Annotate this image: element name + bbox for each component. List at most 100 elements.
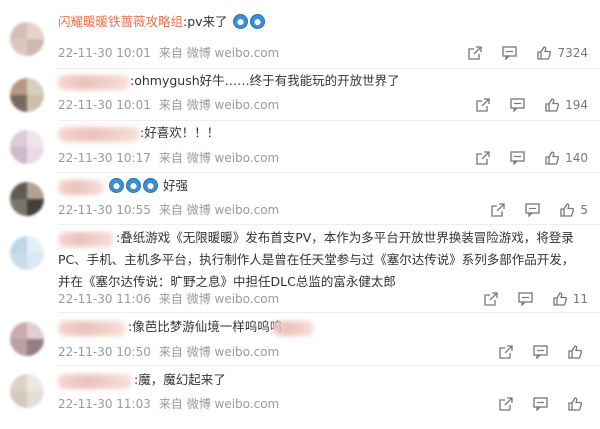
- like-button[interactable]: 5: [560, 203, 588, 217]
- comment-actions: [479, 343, 588, 361]
- reply-button[interactable]: [533, 345, 548, 359]
- avatar[interactable]: [10, 130, 44, 164]
- divider: [58, 312, 600, 313]
- doraemon-emoji-icon: [143, 178, 158, 193]
- share-icon: [499, 397, 513, 411]
- comment-actions: 11: [464, 290, 588, 308]
- blurred-username: [58, 180, 104, 195]
- comment-text: :魔，魔幻起来了: [134, 369, 580, 391]
- comment-date: 22-11-30 10:17: [58, 151, 151, 165]
- comment-body: :叠纸游戏《无限暖暖》发布首支PV，本作为多平台开放世界换装冒险游戏，将登录PC…: [58, 230, 575, 289]
- avatar[interactable]: [10, 236, 44, 270]
- comment-date: 22-11-30 10:01: [58, 98, 151, 112]
- comment-source: 来自 微博 weibo.com: [158, 46, 280, 60]
- reply-button[interactable]: [510, 151, 525, 165]
- thumbs-up-icon: [545, 98, 560, 112]
- like-button[interactable]: 140: [545, 151, 588, 165]
- comment-text: :ohmygush好牛……终于有我能玩的开放世界了: [130, 70, 580, 92]
- share-button[interactable]: [476, 151, 490, 165]
- avatar[interactable]: [10, 322, 44, 356]
- thumbs-up-icon: [560, 203, 575, 217]
- comment-body: 好强: [162, 178, 188, 193]
- comment-icon: [518, 292, 533, 306]
- like-count: 11: [572, 292, 588, 306]
- comment-icon: [510, 151, 525, 165]
- like-button[interactable]: 11: [553, 292, 588, 306]
- avatar[interactable]: [10, 182, 44, 216]
- share-button[interactable]: [491, 203, 506, 217]
- comment-body: :魔，魔幻起来了: [134, 372, 226, 387]
- thumbs-up-icon: [537, 46, 552, 60]
- comment-meta: 22-11-30 11:06 来自 微博 weibo.com: [58, 290, 279, 307]
- comment-body: :像芭比梦游仙境一样呜呜呜: [128, 319, 283, 334]
- comment-actions: 140: [456, 149, 588, 167]
- comment-date: 22-11-30 10:50: [58, 345, 151, 359]
- blurred-username: [58, 75, 130, 90]
- comment-meta: 22-11-30 10:01 来自 微博 weibo.com: [58, 96, 279, 113]
- comment-body: :ohmygush好牛……终于有我能玩的开放世界了: [130, 73, 400, 88]
- divider: [58, 224, 600, 225]
- doraemon-emoji-icon: [232, 14, 248, 29]
- like-count: 140: [565, 151, 588, 165]
- like-count: 5: [580, 203, 588, 217]
- comment-icon: [533, 397, 548, 411]
- reply-button[interactable]: [510, 98, 525, 112]
- avatar[interactable]: [10, 374, 44, 408]
- username-link[interactable]: 闪耀暖暖铁蔷薇攻略组: [58, 14, 183, 29]
- reply-button[interactable]: [518, 292, 533, 306]
- share-button[interactable]: [484, 292, 498, 306]
- like-button[interactable]: [568, 345, 588, 359]
- like-count: 194: [565, 98, 588, 112]
- like-button[interactable]: 194: [545, 98, 588, 112]
- comment-meta: 22-11-30 10:55 来自 微博 weibo.com: [58, 201, 279, 218]
- comment-meta: 22-11-30 11:03 来自 微博 weibo.com: [58, 395, 279, 412]
- thumbs-up-icon: [568, 397, 582, 411]
- share-button[interactable]: [476, 98, 490, 112]
- blurred-text: [272, 321, 314, 336]
- doraemon-emoji-icon: [249, 14, 265, 29]
- comment-text: 好强: [108, 175, 580, 197]
- blurred-username: [58, 321, 126, 336]
- blurred-username: [58, 374, 132, 389]
- comment-actions: 7324: [448, 44, 588, 62]
- share-icon: [499, 345, 513, 359]
- like-button[interactable]: 7324: [537, 46, 588, 60]
- divider: [58, 172, 600, 173]
- divider: [58, 68, 600, 69]
- like-count: 7324: [557, 46, 588, 60]
- avatar[interactable]: [10, 22, 44, 56]
- share-icon: [468, 46, 483, 60]
- comment-source: 来自 微博 weibo.com: [158, 397, 280, 411]
- doraemon-emoji-icon: [109, 178, 124, 193]
- comment-icon: [525, 203, 541, 217]
- comment-icon: [502, 46, 518, 60]
- comment-text: :好喜欢！！！: [140, 122, 580, 144]
- share-icon: [484, 292, 498, 306]
- share-button[interactable]: [499, 397, 513, 411]
- comment-text: :叠纸游戏《无限暖暖》发布首支PV，本作为多平台开放世界换装冒险游戏，将登录PC…: [58, 227, 584, 293]
- comment-date: 22-11-30 10:01: [58, 46, 151, 60]
- comment-meta: 22-11-30 10:17 来自 微博 weibo.com: [58, 149, 279, 166]
- comment-date: 22-11-30 11:03: [58, 397, 151, 411]
- share-icon: [491, 203, 506, 217]
- share-icon: [476, 151, 490, 165]
- divider: [58, 365, 600, 366]
- comment-source: 来自 微博 weibo.com: [158, 345, 280, 359]
- comment-actions: 194: [456, 96, 588, 114]
- share-icon: [476, 98, 490, 112]
- comment-meta: 22-11-30 10:01 来自 微博 weibo.com: [58, 44, 279, 61]
- share-button[interactable]: [468, 46, 483, 60]
- blurred-username: [58, 127, 140, 142]
- share-button[interactable]: [499, 345, 513, 359]
- like-button[interactable]: [568, 397, 588, 411]
- comment-actions: 5: [471, 201, 588, 219]
- comment-text: :像芭比梦游仙境一样呜呜呜: [128, 316, 580, 338]
- comment-source: 来自 微博 weibo.com: [158, 292, 280, 306]
- thumbs-up-icon: [568, 345, 582, 359]
- avatar[interactable]: [10, 78, 44, 112]
- reply-button[interactable]: [502, 46, 518, 60]
- reply-button[interactable]: [525, 203, 541, 217]
- comment-date: 22-11-30 10:55: [58, 203, 151, 217]
- comment-source: 来自 微博 weibo.com: [158, 98, 280, 112]
- reply-button[interactable]: [533, 397, 548, 411]
